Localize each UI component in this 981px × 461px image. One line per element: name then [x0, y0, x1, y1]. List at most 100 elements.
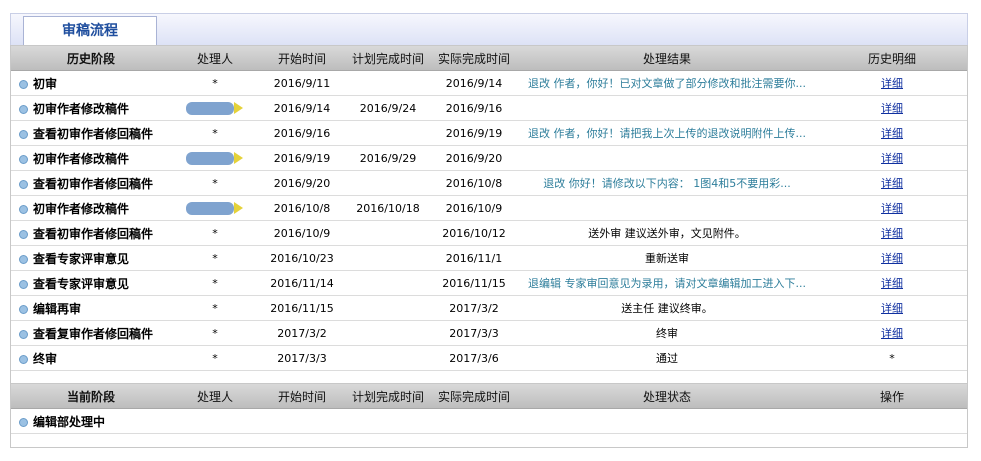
result-cell: 重新送审: [517, 245, 817, 271]
detail-cell: 详细: [817, 145, 967, 171]
result-cell[interactable]: 退改 你好！请修改以下内容： 1图4和5不要用彩...: [517, 170, 817, 196]
handler-cell: [171, 408, 259, 434]
stage-cell: 终审: [11, 345, 171, 371]
handler-cell: *: [171, 320, 259, 346]
result-cell[interactable]: 退改 作者，你好！已对文章做了部分修改和批注需要你...: [517, 70, 817, 96]
stage-cell: 初审作者修改稿件: [11, 145, 171, 171]
header-actual-time: 实际完成时间: [431, 46, 517, 71]
stage-label: 初审作者修改稿件: [33, 201, 130, 216]
actual-time-cell: 2016/11/15: [431, 270, 517, 296]
stage-cell: 查看初审作者修回稿件: [11, 170, 171, 196]
bullet-icon: [19, 204, 28, 214]
history-table-panel: 历史阶段 处理人 开始时间 计划完成时间 实际完成时间 处理结果 历史明细 初审…: [10, 45, 968, 385]
bullet-icon: [19, 229, 28, 239]
detail-link[interactable]: 详细: [881, 127, 903, 140]
stage-label: 编辑部处理中: [33, 414, 106, 429]
start-time-cell: 2016/11/14: [259, 270, 345, 296]
bullet-icon: [19, 254, 28, 264]
header-history-stage: 历史阶段: [11, 46, 171, 71]
start-time-cell: 2016/9/19: [259, 145, 345, 171]
bullet-icon: [19, 129, 28, 139]
detail-link[interactable]: 详细: [881, 152, 903, 165]
result-cell[interactable]: 退改 作者，你好！请把我上次上传的退改说明附件上传...: [517, 120, 817, 146]
planned-time-cell: [345, 220, 431, 246]
tab-review-process[interactable]: 审稿流程: [23, 16, 157, 46]
start-time-cell: [259, 408, 345, 434]
result-cell[interactable]: 退编辑 专家审回意见为录用，请对文章编辑加工进入下...: [517, 270, 817, 296]
redacted-handler-icon: [186, 101, 243, 115]
stage-cell: 查看复审作者修回稿件: [11, 320, 171, 346]
stage-cell: 初审作者修改稿件: [11, 195, 171, 221]
current-table-panel: 当前阶段 处理人 开始时间 计划完成时间 实际完成时间 处理状态 操作 编辑部处…: [10, 383, 968, 448]
result-cell: [517, 145, 817, 171]
handler-cell: *: [171, 345, 259, 371]
header-handler: 处理人: [171, 46, 259, 71]
detail-link[interactable]: 详细: [881, 327, 903, 340]
actual-time-cell: 2016/9/14: [431, 70, 517, 96]
handler-cell: *: [171, 120, 259, 146]
stage-cell: 查看专家评审意见: [11, 245, 171, 271]
table-row: 初审作者修改稿件 2016/9/19 2016/9/29 2016/9/20 详细: [11, 145, 967, 171]
planned-time-cell: 2016/10/18: [345, 195, 431, 221]
detail-cell: 详细: [817, 295, 967, 321]
actual-time-cell: 2016/9/16: [431, 95, 517, 121]
detail-cell: 详细: [817, 70, 967, 96]
start-time-cell: 2017/3/2: [259, 320, 345, 346]
current-header-row: 当前阶段 处理人 开始时间 计划完成时间 实际完成时间 处理状态 操作: [11, 384, 967, 409]
detail-link[interactable]: 详细: [881, 302, 903, 315]
table-row: 编辑再审 * 2016/11/15 2017/3/2 送主任 建议终审。 详细: [11, 295, 967, 321]
handler-cell: *: [171, 170, 259, 196]
header-result: 处理结果: [517, 46, 817, 71]
planned-time-cell: [345, 320, 431, 346]
result-cell: [517, 95, 817, 121]
action-cell: [817, 408, 967, 434]
handler-cell: [171, 95, 259, 121]
detail-link[interactable]: 详细: [881, 202, 903, 215]
tab-bar: 审稿流程: [10, 13, 968, 46]
detail-link[interactable]: 详细: [881, 277, 903, 290]
bullet-icon: [19, 279, 28, 289]
detail-link[interactable]: 详细: [881, 77, 903, 90]
current-table: 当前阶段 处理人 开始时间 计划完成时间 实际完成时间 处理状态 操作 编辑部处…: [11, 384, 967, 447]
actual-time-cell: 2016/11/1: [431, 245, 517, 271]
stage-label: 查看复审作者修回稿件: [33, 326, 154, 341]
header-start-time: 开始时间: [259, 46, 345, 71]
result-cell: 终审: [517, 320, 817, 346]
planned-time-cell: 2016/9/29: [345, 145, 431, 171]
detail-link[interactable]: 详细: [881, 177, 903, 190]
start-time-cell: 2016/9/11: [259, 70, 345, 96]
spacer-row: [11, 434, 967, 448]
detail-link[interactable]: 详细: [881, 252, 903, 265]
spacer-cell: [11, 434, 967, 448]
stage-label: 初审作者修改稿件: [33, 151, 130, 166]
actual-time-cell: 2016/9/20: [431, 145, 517, 171]
result-cell: [517, 195, 817, 221]
stage-label: 查看专家评审意见: [33, 251, 130, 266]
redacted-handler-icon: [186, 151, 243, 165]
actual-time-cell: 2016/9/19: [431, 120, 517, 146]
header-status: 处理状态: [517, 384, 817, 409]
detail-cell: *: [817, 345, 967, 371]
result-cell: 通过: [517, 345, 817, 371]
handler-cell: *: [171, 245, 259, 271]
stage-cell: 初审: [11, 70, 171, 96]
table-row: 查看初审作者修回稿件 * 2016/10/9 2016/10/12 送外审 建议送外审，…: [11, 220, 967, 246]
stage-label: 编辑再审: [33, 301, 82, 316]
table-row: 查看初审作者修回稿件 * 2016/9/16 2016/9/19 退改 作者，你好！请把…: [11, 120, 967, 146]
bullet-icon: [19, 179, 28, 189]
history-table: 历史阶段 处理人 开始时间 计划完成时间 实际完成时间 处理结果 历史明细 初审…: [11, 46, 967, 384]
header-action: 操作: [817, 384, 967, 409]
handler-cell: *: [171, 220, 259, 246]
actual-time-cell: 2017/3/3: [431, 320, 517, 346]
detail-cell: 详细: [817, 270, 967, 296]
start-time-cell: 2017/3/3: [259, 345, 345, 371]
stage-cell: 初审作者修改稿件: [11, 95, 171, 121]
bullet-icon: [19, 79, 28, 89]
detail-cell: 详细: [817, 245, 967, 271]
detail-link[interactable]: 详细: [881, 102, 903, 115]
detail-link[interactable]: 详细: [881, 227, 903, 240]
start-time-cell: 2016/10/9: [259, 220, 345, 246]
header-planned-time: 计划完成时间: [345, 384, 431, 409]
history-header-row: 历史阶段 处理人 开始时间 计划完成时间 实际完成时间 处理结果 历史明细: [11, 46, 967, 71]
stage-cell: 编辑部处理中: [11, 408, 171, 434]
